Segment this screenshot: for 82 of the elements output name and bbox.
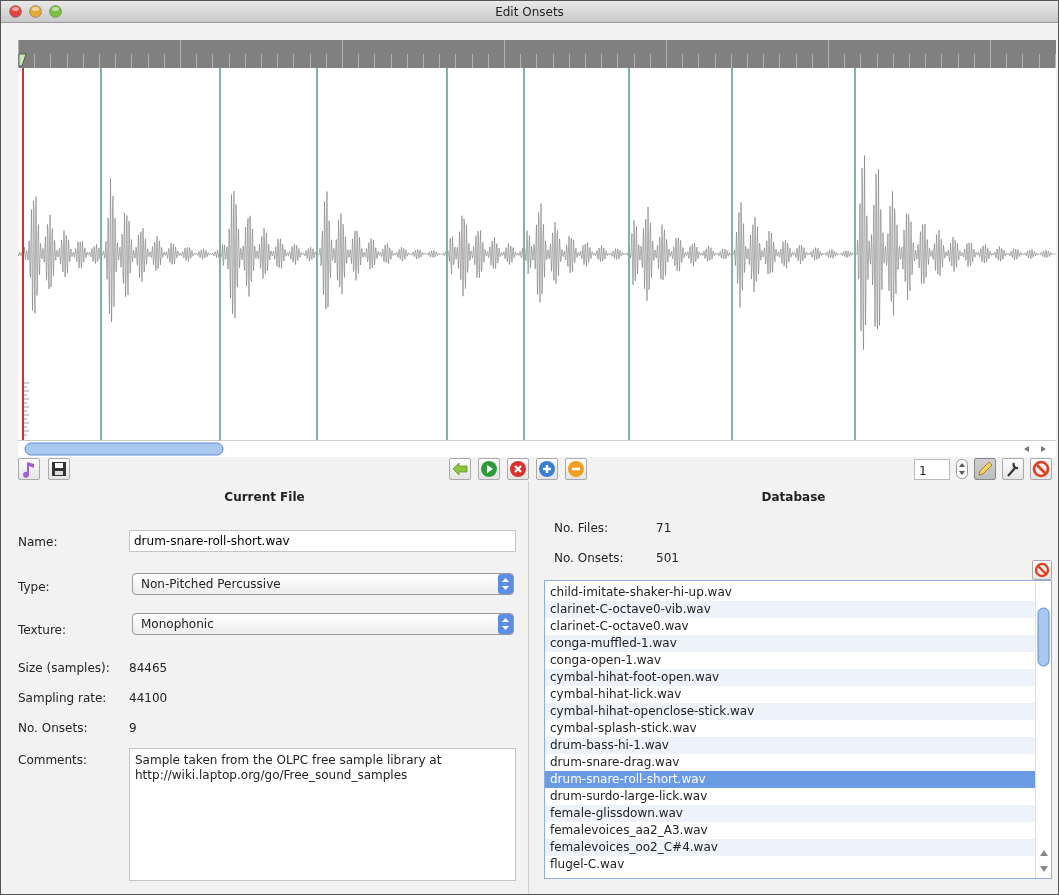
- onset-marker[interactable]: [446, 68, 448, 440]
- left-arrow-icon: [451, 460, 469, 478]
- stat-value: 71: [656, 520, 672, 535]
- file-list-item[interactable]: flugel-C.wav: [545, 856, 1035, 873]
- wrench-button[interactable]: [1002, 458, 1024, 480]
- file-list-item[interactable]: drum-surdo-large-lick.wav: [545, 788, 1035, 805]
- panel-title: Current File: [223, 489, 306, 505]
- file-list-item[interactable]: child-imitate-shaker-hi-up.wav: [545, 584, 1035, 601]
- file-list-item[interactable]: cymbal-hihat-lick.wav: [545, 686, 1035, 703]
- spinner-field[interactable]: 1: [914, 458, 950, 480]
- horizontal-scrollbar[interactable]: [18, 440, 1056, 457]
- scrollbar-thumb[interactable]: [1037, 607, 1050, 667]
- field-label: Texture:: [18, 622, 67, 639]
- field-label: Type:: [18, 579, 51, 596]
- onset-marker[interactable]: [628, 68, 630, 440]
- pencil-button[interactable]: [974, 458, 996, 480]
- back-button[interactable]: [449, 458, 471, 480]
- vertical-scrollbar[interactable]: [1035, 581, 1051, 878]
- file-list-item[interactable]: femalevoices_aa2_A3.wav: [545, 822, 1035, 839]
- onset-marker[interactable]: [219, 68, 221, 440]
- file-list-item[interactable]: femalevoices_oo2_C#4.wav: [545, 839, 1035, 856]
- file-list-item[interactable]: conga-open-1.wav: [545, 652, 1035, 669]
- scroll-up-arrow[interactable]: [1040, 850, 1048, 856]
- file-list-item[interactable]: conga-muffled-1.wav: [545, 635, 1035, 652]
- dropdown[interactable]: Monophonic: [132, 613, 514, 635]
- stepper-arrows-icon: [498, 614, 513, 634]
- remove-button[interactable]: [565, 458, 587, 480]
- plus-icon: [538, 460, 556, 478]
- file-list-item[interactable]: clarinet-C-octave0.wav: [545, 618, 1035, 635]
- stop-icon: [1034, 562, 1050, 578]
- file-list-item[interactable]: cymbal-hihat-openclose-stick.wav: [545, 703, 1035, 720]
- dropdown[interactable]: Non-Pitched Percussive: [132, 573, 514, 595]
- scrollbar-thumb[interactable]: [24, 442, 224, 456]
- add-button[interactable]: [536, 458, 558, 480]
- field-label: Size (samples):: [18, 660, 111, 677]
- stat-label: No. Onsets:: [554, 550, 625, 565]
- music-button[interactable]: [18, 458, 40, 480]
- onset-marker[interactable]: [316, 68, 318, 440]
- close-button[interactable]: [9, 5, 22, 18]
- field-label: Comments:: [18, 752, 89, 769]
- minus-icon: [567, 460, 585, 478]
- onset-marker[interactable]: [854, 68, 856, 440]
- stop-icon: [1032, 460, 1050, 478]
- playhead-handle[interactable]: [18, 53, 27, 67]
- comments-field[interactable]: Sample taken from the OLPC free sample library at http://wiki.laptop.org/go/Free_sound_samples: [129, 748, 516, 881]
- stat-value: 501: [656, 550, 679, 565]
- panel-title: Database: [760, 489, 827, 505]
- file-list-item[interactable]: cymbal-hihat-foot-open.wav: [545, 669, 1035, 686]
- clear-button[interactable]: [1032, 560, 1052, 580]
- play-icon: [480, 460, 498, 478]
- field-value: 9: [129, 720, 137, 737]
- scroll-left-arrow[interactable]: [1024, 446, 1029, 452]
- file-list-item[interactable]: drum-bass-hi-1.wav: [545, 737, 1035, 754]
- pencil-icon: [976, 460, 994, 478]
- stop-button[interactable]: [1030, 458, 1052, 480]
- spinner-stepper[interactable]: [956, 459, 968, 479]
- save-button[interactable]: [48, 458, 70, 480]
- play-button[interactable]: [478, 458, 500, 480]
- name-field[interactable]: drum-snare-roll-short.wav: [129, 530, 516, 552]
- file-list-item[interactable]: drum-snare-drag.wav: [545, 754, 1035, 771]
- minimize-button[interactable]: [29, 5, 42, 18]
- scroll-down-arrow[interactable]: [1040, 866, 1048, 872]
- field-label: Sampling rate:: [18, 690, 108, 707]
- window-title: Edit Onsets: [495, 3, 564, 21]
- zoom-button[interactable]: [49, 5, 62, 18]
- onset-marker[interactable]: [100, 68, 102, 440]
- field-value: 44100: [129, 690, 168, 707]
- save-icon: [50, 460, 68, 478]
- field-value: 84465: [129, 660, 168, 677]
- file-list-item[interactable]: cymbal-splash-stick.wav: [545, 720, 1035, 737]
- scroll-right-arrow[interactable]: [1041, 446, 1046, 452]
- field-label: No. Onsets:: [18, 720, 89, 737]
- delete-button[interactable]: [507, 458, 529, 480]
- amplitude-scale: [23, 382, 30, 436]
- stat-label: No. Files:: [554, 520, 610, 535]
- file-list-item[interactable]: female-glissdown.wav: [545, 805, 1035, 822]
- delete-icon: [509, 460, 527, 478]
- file-list-item[interactable]: clarinet-C-octave0-vib.wav: [545, 601, 1035, 618]
- onset-marker[interactable]: [731, 68, 733, 440]
- field-label: Name:: [18, 534, 59, 551]
- onset-marker[interactable]: [523, 68, 525, 440]
- stepper-arrows-icon: [498, 574, 513, 594]
